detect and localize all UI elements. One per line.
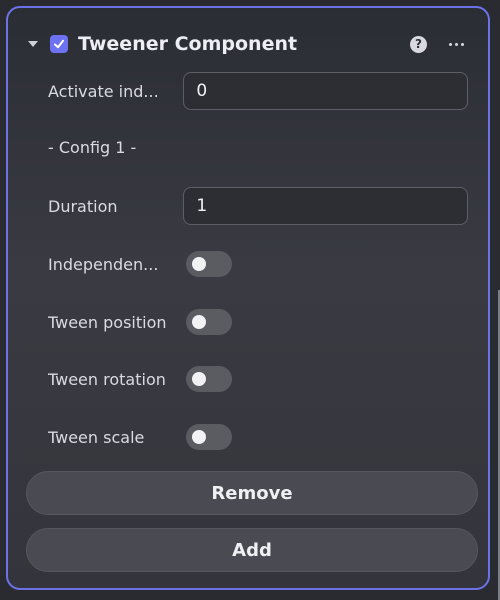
tween-position-toggle[interactable]	[186, 309, 232, 335]
tween-rotation-toggle[interactable]	[186, 366, 232, 392]
tween-position-row: Tween position	[48, 309, 468, 335]
independent-toggle[interactable]	[186, 251, 232, 277]
duration-input[interactable]: 1	[183, 187, 468, 225]
duration-row: Duration 1	[48, 187, 468, 225]
config-header-row: - Config 1 -	[48, 138, 468, 157]
add-button[interactable]: Add	[26, 528, 478, 572]
component-header: Tweener Component ?	[28, 30, 468, 58]
caret-down-icon[interactable]	[28, 41, 38, 47]
more-icon[interactable]	[449, 42, 464, 46]
enable-checkbox[interactable]	[50, 35, 68, 53]
help-icon-glyph: ?	[415, 37, 422, 51]
duration-label: Duration	[48, 196, 118, 216]
independent-row: Independen...	[48, 251, 468, 277]
tween-scale-row: Tween scale	[48, 424, 468, 450]
tween-rotation-row: Tween rotation	[48, 366, 468, 392]
config-header: - Config 1 -	[48, 138, 137, 157]
component-title: Tweener Component	[78, 33, 298, 55]
remove-button[interactable]: Remove	[26, 471, 478, 515]
tweener-component-panel: Tweener Component ? Activate ind... 0 - …	[6, 6, 490, 590]
independent-label: Independen...	[48, 254, 159, 274]
activate-index-label: Activate ind...	[48, 81, 159, 101]
activate-index-row: Activate ind... 0	[48, 72, 468, 110]
tween-scale-toggle[interactable]	[186, 424, 232, 450]
help-icon[interactable]: ?	[410, 35, 427, 53]
tween-scale-label: Tween scale	[48, 427, 145, 447]
check-icon	[54, 39, 64, 49]
tween-rotation-label: Tween rotation	[48, 369, 166, 389]
tween-position-label: Tween position	[48, 312, 167, 332]
activate-index-input[interactable]: 0	[183, 72, 468, 110]
